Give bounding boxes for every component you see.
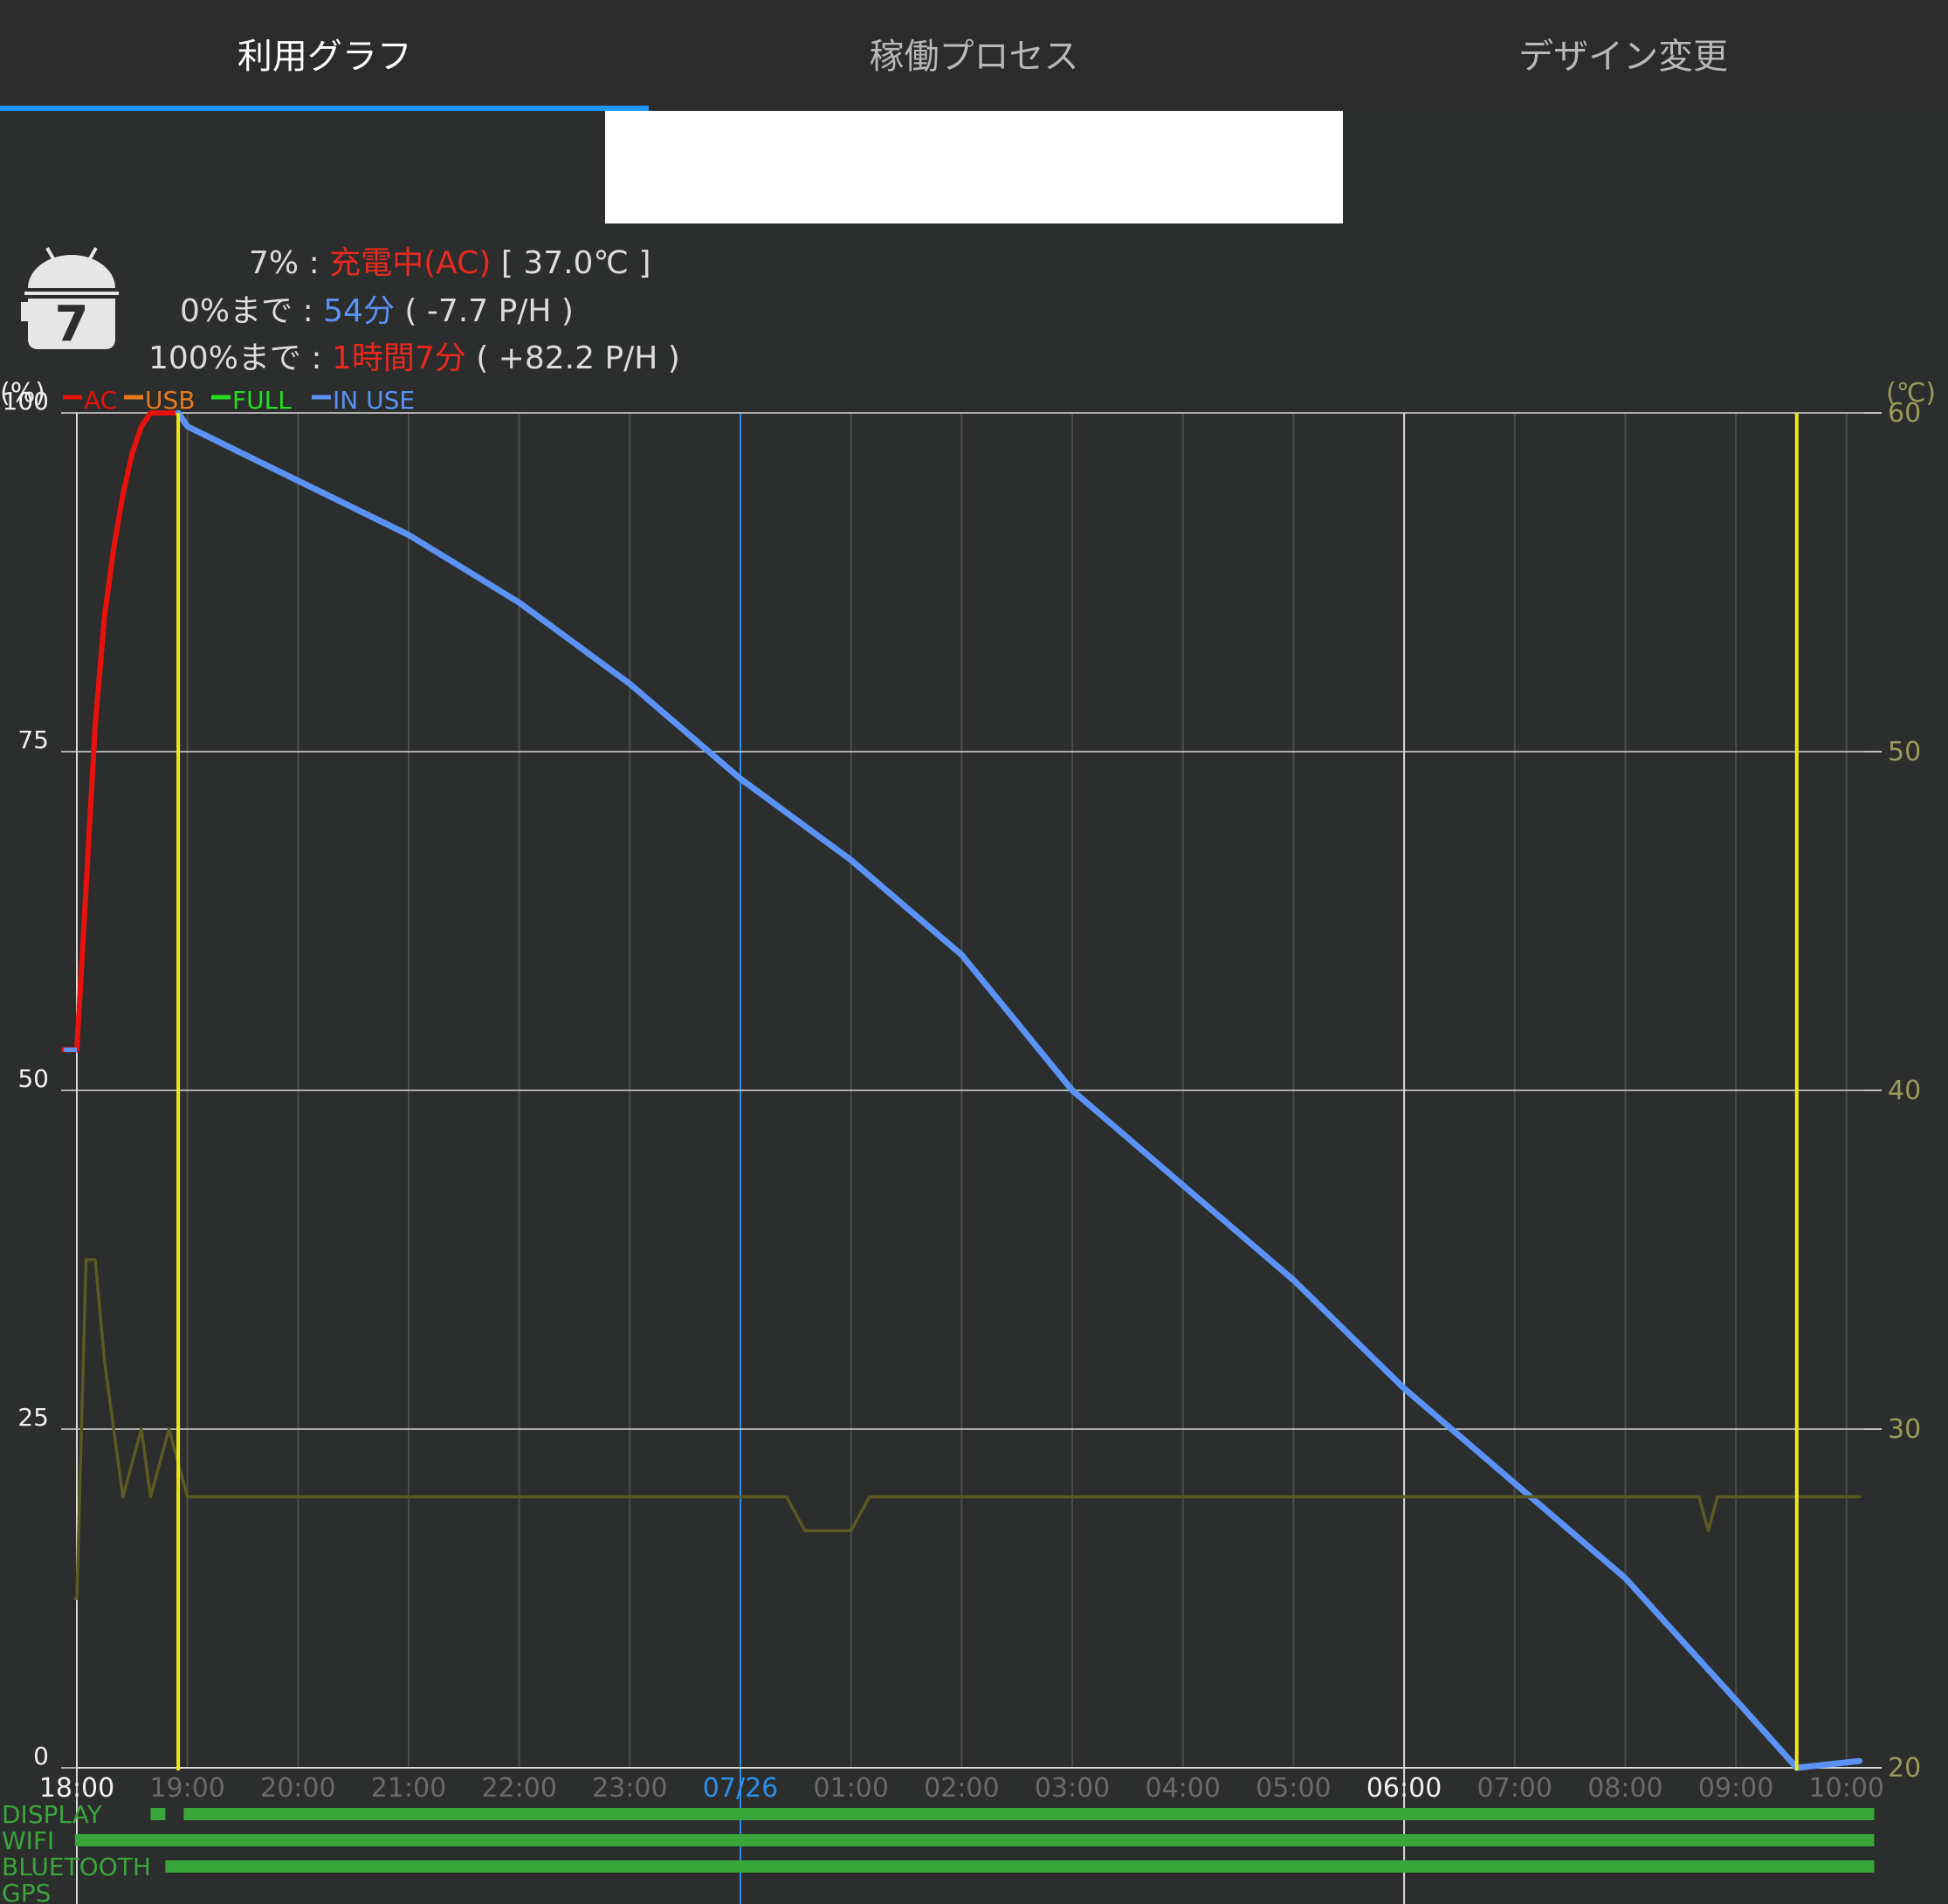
- y-right-tick-label: 50: [1888, 737, 1921, 767]
- series-line-ac: [61, 410, 182, 1053]
- status-row-bar-wifi-0: [74, 1834, 1875, 1846]
- status-row-bar-display-1: [183, 1808, 1875, 1820]
- status-row-bar-bluetooth-0: [165, 1860, 1875, 1873]
- x-tick-label: 19:00: [149, 1773, 224, 1804]
- x-tick-label: 05:00: [1256, 1773, 1331, 1804]
- legend-label-3: IN USE: [333, 386, 415, 415]
- x-tick-label: 21:00: [371, 1773, 446, 1804]
- x-tick-label: 04:00: [1146, 1773, 1221, 1804]
- x-tick-label: 18:00: [39, 1773, 114, 1804]
- legend-label-0: AC: [84, 386, 117, 415]
- y-right-tick-label: 40: [1888, 1076, 1921, 1106]
- battery-temp: [ 37.0℃ ]: [491, 245, 651, 281]
- charge-state: 充電中(AC): [329, 245, 492, 281]
- battery-icon-number: 7: [55, 296, 89, 352]
- y-right-tick-label: 30: [1888, 1414, 1921, 1445]
- y-right-tick-label: 20: [1888, 1753, 1921, 1784]
- status-row-bar-display-0: [150, 1808, 166, 1820]
- y-left-tick-label: 25: [17, 1403, 49, 1432]
- tab-indicator: [0, 106, 649, 111]
- status-row-label-bluetooth: BLUETOOTH: [2, 1852, 151, 1881]
- y-left-tick-label: 0: [33, 1742, 49, 1770]
- banner-area: [605, 111, 1343, 223]
- status-row-label-display: DISPLAY: [2, 1800, 103, 1829]
- tab-usage-graph[interactable]: 利用グラフ: [0, 0, 650, 107]
- android-battery-icon: 7: [21, 247, 119, 352]
- x-tick-label: 02:00: [924, 1773, 999, 1804]
- y-left-unit: (%): [0, 378, 45, 409]
- y-left-tick-label: 50: [17, 1064, 49, 1093]
- status-line-charge: 7% : 充電中(AC) [ 37.0℃ ]: [249, 245, 651, 281]
- x-tick-label: 10:00: [1809, 1773, 1884, 1804]
- y-left-tick-label: 75: [17, 725, 49, 754]
- tab-running-processes[interactable]: 稼働プロセス: [650, 0, 1299, 107]
- status-row-label-gps: GPS: [2, 1879, 51, 1904]
- x-tick-label: 08:00: [1587, 1773, 1662, 1804]
- status-line-to-empty: 0%まで : 54分 ( -7.7 P/H ): [180, 293, 574, 329]
- battery-usage-chart: 10075502506050403020(%) (℃)AC USB FULL IN US…: [0, 378, 1936, 1904]
- battery-percent: 7%: [249, 245, 299, 281]
- x-tick-label: 09:00: [1698, 1773, 1773, 1804]
- tab-design-change[interactable]: デザイン変更: [1298, 0, 1948, 107]
- tab-bar: 利用グラフ 稼働プロセス デザイン変更: [0, 0, 1948, 111]
- status-row-label-wifi: WIFI: [2, 1826, 54, 1855]
- to-empty-label: 0%まで: [180, 293, 293, 329]
- x-tick-label: 20:00: [260, 1773, 335, 1804]
- to-empty-time: 54分: [323, 293, 395, 329]
- discharge-rate: ( -7.7 P/H ): [394, 293, 574, 329]
- x-tick-label: 07/26: [703, 1773, 778, 1804]
- x-tick-label: 01:00: [813, 1773, 888, 1804]
- x-tick-label: 06:00: [1366, 1773, 1442, 1804]
- x-tick-label: 03:00: [1035, 1773, 1110, 1804]
- legend-label-2: FULL: [232, 386, 292, 415]
- x-tick-label: 22:00: [481, 1773, 556, 1804]
- x-tick-label: 23:00: [592, 1773, 667, 1804]
- y-right-unit: (℃): [1886, 378, 1936, 409]
- x-tick-label: 07:00: [1477, 1773, 1552, 1804]
